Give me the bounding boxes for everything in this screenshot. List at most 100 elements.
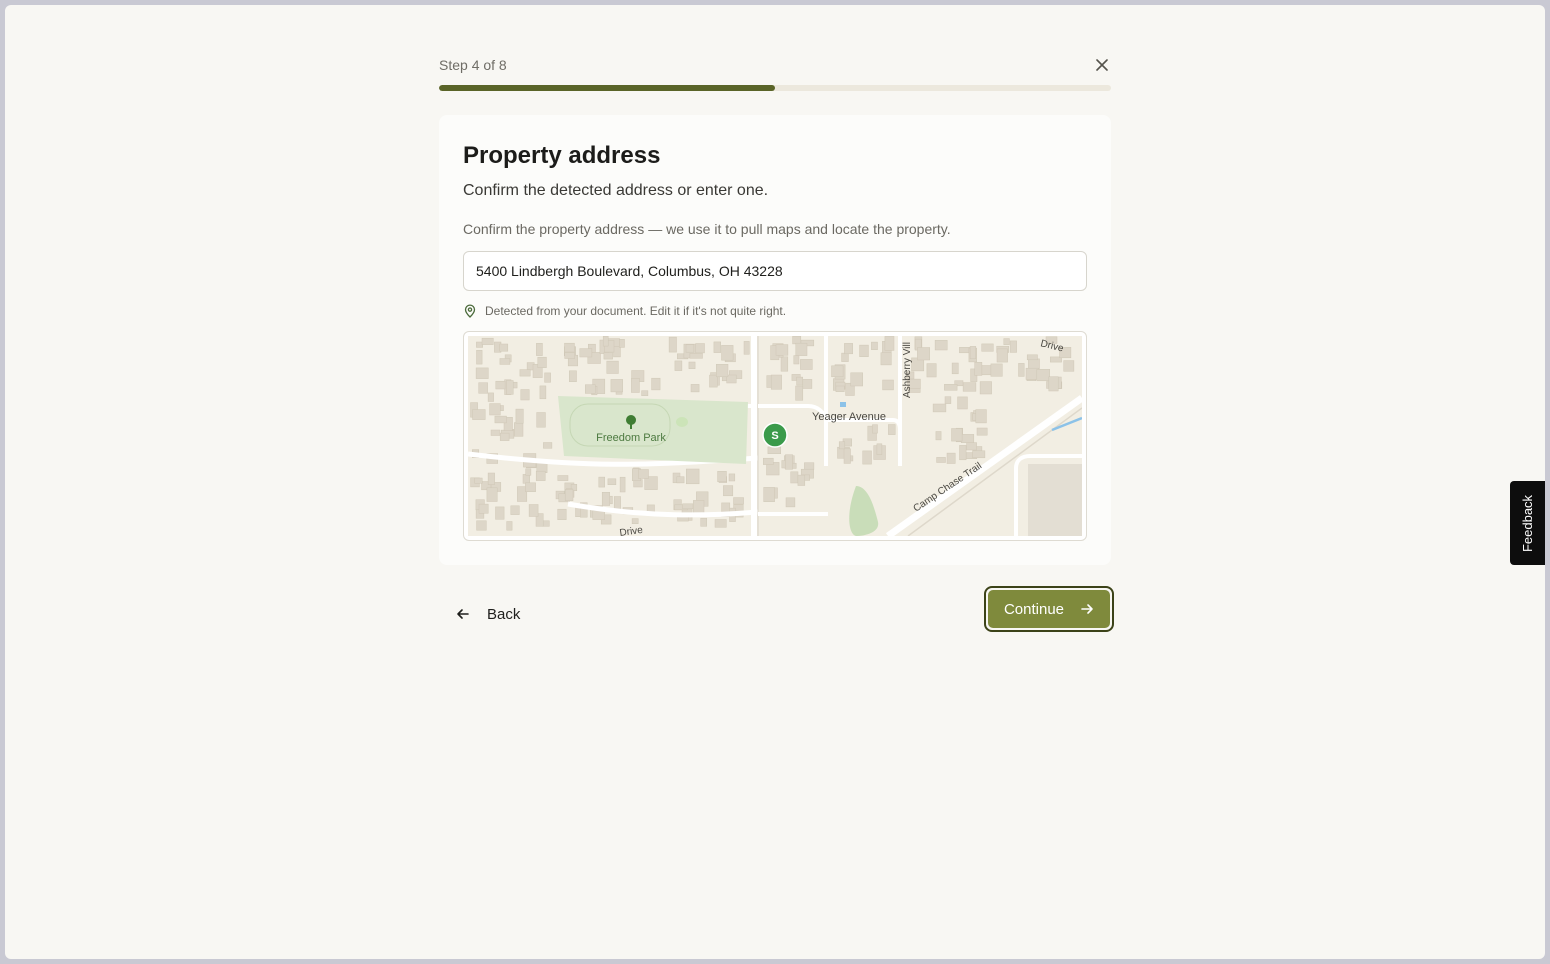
map-building [959, 445, 967, 461]
map-building [721, 345, 734, 361]
map-building [603, 352, 613, 360]
map-building [520, 389, 530, 401]
map-building [1026, 354, 1038, 361]
map-building [790, 471, 799, 484]
map-building [514, 422, 524, 437]
map-building [733, 497, 744, 505]
map-building [519, 369, 531, 377]
map-building [495, 506, 505, 520]
map-building [946, 452, 956, 464]
map-building [884, 336, 895, 351]
map-building [831, 365, 844, 378]
map-building [795, 342, 808, 356]
map-building [700, 517, 707, 527]
map-building [743, 341, 750, 355]
map-building [613, 346, 621, 358]
detected-note: Detected from your document. Edit it if … [463, 303, 786, 319]
map-building [585, 384, 596, 394]
map-building [542, 520, 550, 527]
map-building [979, 381, 992, 395]
map-building [564, 489, 574, 501]
map-building [688, 361, 696, 369]
continue-button[interactable]: Continue [988, 590, 1110, 628]
map-building [668, 336, 677, 353]
map-building [1018, 363, 1025, 377]
map-building [539, 385, 547, 400]
map-building [631, 518, 639, 524]
map-building [685, 344, 695, 353]
map-building [888, 424, 896, 435]
map-building [602, 336, 609, 347]
map-building [990, 363, 1003, 377]
map-building [1003, 338, 1010, 345]
map-building [841, 352, 849, 362]
map-building [674, 360, 683, 371]
detected-note-text: Detected from your document. Edit it if … [485, 304, 787, 318]
map-building [935, 431, 942, 441]
map-building [844, 343, 853, 355]
page-subtitle: Confirm the detected address or enter on… [463, 182, 769, 199]
map-building [606, 360, 619, 374]
feedback-label: Feedback [1520, 494, 1535, 552]
map-building [535, 470, 546, 481]
step-indicator: Step 4 of 8 [439, 57, 507, 73]
address-input[interactable] [463, 251, 1087, 291]
map-building [972, 450, 986, 459]
map-building [499, 432, 510, 441]
map-building [525, 482, 536, 492]
map-building [495, 380, 506, 390]
map-building [713, 341, 721, 353]
map-building [981, 343, 994, 352]
map-building [770, 374, 782, 390]
map-building [613, 496, 621, 510]
map-building [537, 356, 547, 368]
arrow-right-icon [1080, 602, 1094, 616]
map-building [951, 362, 959, 375]
map-canvas[interactable]: Freedom Park Yeager Avenue Ashberry Vill… [468, 336, 1082, 536]
property-marker[interactable]: S [762, 422, 788, 448]
map-building [515, 408, 524, 424]
map-building [862, 450, 872, 465]
progress-fill [439, 85, 775, 91]
map-building [476, 350, 483, 365]
map-building [494, 415, 507, 424]
map-building [800, 359, 813, 370]
map-building [804, 462, 815, 470]
marker-letter: S [771, 430, 778, 442]
map-building [785, 454, 793, 470]
map-building [478, 382, 488, 394]
map-building [975, 409, 987, 424]
map-building [974, 362, 983, 376]
map-building [797, 474, 806, 486]
arrow-left-icon [455, 606, 471, 622]
map-building [610, 379, 623, 393]
map-building [957, 396, 968, 410]
map-building [716, 364, 729, 378]
map-building [966, 442, 977, 451]
feedback-tab[interactable]: Feedback [1510, 481, 1545, 565]
map-building [695, 343, 705, 354]
map-building [499, 358, 511, 365]
map-building [689, 353, 703, 359]
map-building [528, 504, 539, 517]
map[interactable]: Freedom Park Yeager Avenue Ashberry Vill… [463, 331, 1087, 541]
map-building [676, 476, 685, 484]
map-building [536, 412, 546, 428]
map-building [843, 448, 851, 464]
map-building [557, 475, 569, 481]
map-building [934, 340, 948, 351]
map-building [872, 424, 878, 434]
map-building [723, 485, 734, 497]
map-building [1063, 360, 1075, 372]
map-building [631, 378, 640, 393]
map-building [522, 474, 530, 484]
map-building [802, 379, 813, 389]
app-window: Step 4 of 8 Property address Confirm the… [5, 5, 1545, 959]
step-header: Step 4 of 8 [439, 56, 1111, 76]
close-button[interactable] [1093, 56, 1111, 74]
back-button[interactable]: Back [455, 599, 520, 629]
map-building [543, 442, 553, 449]
map-building [936, 457, 946, 463]
map-building [487, 472, 495, 485]
map-building [476, 520, 487, 531]
